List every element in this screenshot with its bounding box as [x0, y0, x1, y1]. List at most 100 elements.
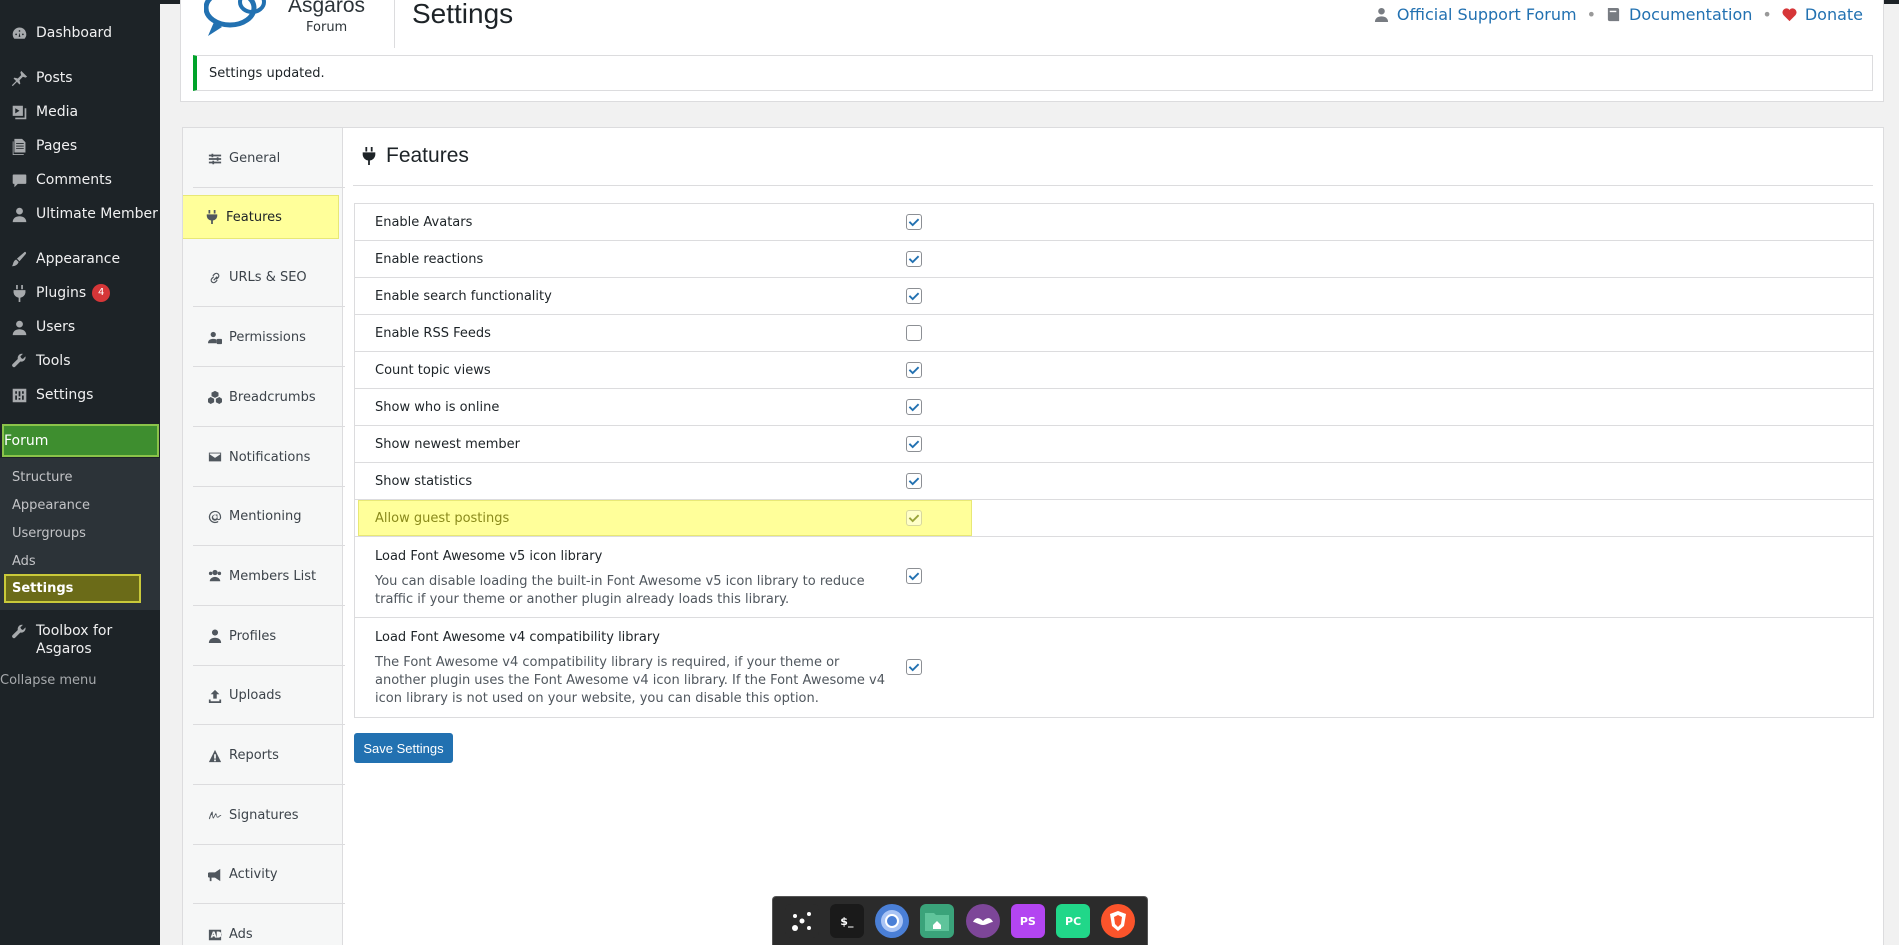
plug-icon [362, 147, 376, 165]
dock-icon-text: PS [1019, 914, 1036, 928]
documentation-link[interactable]: Documentation [1606, 5, 1752, 24]
option-checkbox[interactable] [906, 568, 922, 584]
option-label: Show statistics [375, 473, 473, 489]
tab-reports[interactable]: Reports [193, 727, 345, 785]
official-support-forum-link[interactable]: Official Support Forum [1374, 5, 1577, 24]
phpstorm-icon[interactable]: PS [1010, 904, 1045, 938]
option-label: Enable RSS Feeds [375, 325, 491, 341]
tab-uploads[interactable]: Uploads [193, 667, 345, 726]
tab-members-list[interactable]: Members List [193, 548, 345, 606]
option-checkbox[interactable] [906, 473, 922, 489]
donate-link[interactable]: Donate [1782, 5, 1863, 24]
toolbox-label-line1: Toolbox for [36, 623, 113, 639]
option-checkbox[interactable] [906, 362, 922, 378]
features-title: Features [360, 144, 469, 168]
sidebar-item-label: Users [36, 319, 76, 335]
tab-ads[interactable]: Ads [193, 906, 345, 945]
option-checkbox[interactable] [906, 325, 922, 341]
tab-label: Permissions [229, 330, 306, 346]
sidebar-item-label: Tools [36, 353, 71, 369]
tab-breadcrumbs[interactable]: Breadcrumbs [193, 369, 345, 427]
submenu-item-structure[interactable]: Structure [12, 470, 72, 485]
submenu-item-ads[interactable]: Ads [12, 554, 36, 569]
sidebar-item-settings[interactable]: Settings [0, 378, 160, 412]
wrench-icon [9, 622, 29, 642]
checkmark-icon [908, 292, 920, 301]
option-checkbox[interactable] [906, 436, 922, 452]
pycharm-icon[interactable]: PC [1056, 904, 1091, 938]
separator-dot: • [1586, 5, 1597, 24]
tab-general[interactable]: General [193, 130, 345, 188]
launcher-icon[interactable] [784, 904, 819, 938]
submenu-item-appearance[interactable]: Appearance [12, 498, 90, 513]
tab-mentioning[interactable]: Mentioning [193, 488, 345, 547]
option-row: Allow guest postings [355, 500, 1873, 537]
option-row-with-description: Load Font Awesome v4 compatibility libra… [355, 618, 1873, 717]
option-checkbox[interactable] [906, 251, 922, 267]
pin-icon [9, 68, 29, 88]
tab-signatures[interactable]: Signatures [193, 787, 345, 845]
user-icon [1374, 7, 1388, 22]
submenu-item-usergroups[interactable]: Usergroups [12, 526, 86, 541]
signature-icon [208, 811, 222, 820]
tab-notifications[interactable]: Notifications [193, 429, 345, 487]
sidebar-item-appearance[interactable]: Appearance [0, 242, 160, 276]
submenu-item-settings[interactable]: Settings [4, 574, 141, 603]
plug-icon [206, 210, 218, 224]
tab-label: Mentioning [229, 509, 302, 525]
at-icon [208, 510, 222, 523]
ad-icon [208, 929, 222, 940]
chromium-icon[interactable] [875, 904, 910, 938]
option-checkbox[interactable] [906, 288, 922, 304]
sidebar-item-label: Posts [36, 70, 73, 86]
plug-icon [9, 283, 29, 303]
admin-sidebar: Dashboard Posts Media Pages Comments Ultimate… [0, 0, 160, 945]
sidebar-item-label: Ultimate Member [36, 206, 158, 222]
option-row-with-description: Load Font Awesome v5 icon library You can… [355, 537, 1873, 618]
sidebar-item-pages[interactable]: Pages [0, 129, 160, 163]
brush-icon [9, 249, 29, 269]
sidebar-item-plugins[interactable]: Plugins 4 [0, 276, 160, 310]
logo-title: Asgaros [288, 0, 366, 17]
brave-icon[interactable] [1101, 904, 1136, 938]
option-checkbox[interactable] [906, 510, 922, 526]
option-checkbox[interactable] [906, 399, 922, 415]
tab-urls-seo[interactable]: URLs & SEO [193, 249, 345, 308]
user-lock-icon [208, 331, 222, 344]
option-label: Enable search functionality [375, 288, 552, 304]
tab-features[interactable]: Features [183, 195, 339, 239]
sidebar-item-toolbox[interactable]: Toolbox for Asgaros [0, 620, 160, 660]
sidebar-item-dashboard[interactable]: Dashboard [0, 16, 160, 50]
pages-icon [9, 136, 29, 156]
sidebar-item-label: Media [36, 104, 79, 120]
sidebar-item-comments[interactable]: Comments [0, 163, 160, 197]
update-count-badge: 4 [92, 284, 111, 302]
tab-label: Breadcrumbs [229, 389, 316, 405]
sidebar-item-posts[interactable]: Posts [0, 61, 160, 95]
option-label: Allow guest postings [375, 510, 510, 526]
tab-activity[interactable]: Activity [193, 846, 345, 905]
save-settings-button[interactable]: Save Settings [354, 733, 453, 763]
sidebar-item-ultimate-member[interactable]: Ultimate Member [0, 197, 160, 231]
checkmark-icon [908, 366, 920, 375]
book-icon [1607, 7, 1620, 22]
tab-label: Features [226, 209, 282, 225]
files-icon[interactable] [920, 904, 955, 938]
option-checkbox[interactable] [906, 214, 922, 230]
checkmark-icon [908, 440, 920, 449]
features-options: Enable Avatars Enable reactions Enable sea… [354, 203, 1874, 718]
settings-tabs: General Features URLs & SEO Permissions Brea… [183, 128, 345, 945]
terminal-icon[interactable]: $_ [829, 904, 864, 938]
sidebar-item-forum[interactable]: Forum [2, 424, 159, 464]
sidebar-item-label: Settings [36, 387, 94, 403]
sidebar-item-tools[interactable]: Tools [0, 344, 160, 378]
sidebar-item-users[interactable]: Users [0, 310, 160, 344]
tor-icon[interactable] [965, 904, 1000, 938]
option-row: Show newest member [355, 426, 1873, 463]
option-checkbox[interactable] [906, 659, 922, 675]
collapse-menu-button[interactable]: Collapse menu [0, 670, 160, 702]
tab-permissions[interactable]: Permissions [193, 309, 345, 368]
sidebar-item-media[interactable]: Media [0, 95, 160, 129]
tab-profiles[interactable]: Profiles [193, 608, 345, 666]
option-label: Load Font Awesome v5 icon library [375, 549, 603, 564]
